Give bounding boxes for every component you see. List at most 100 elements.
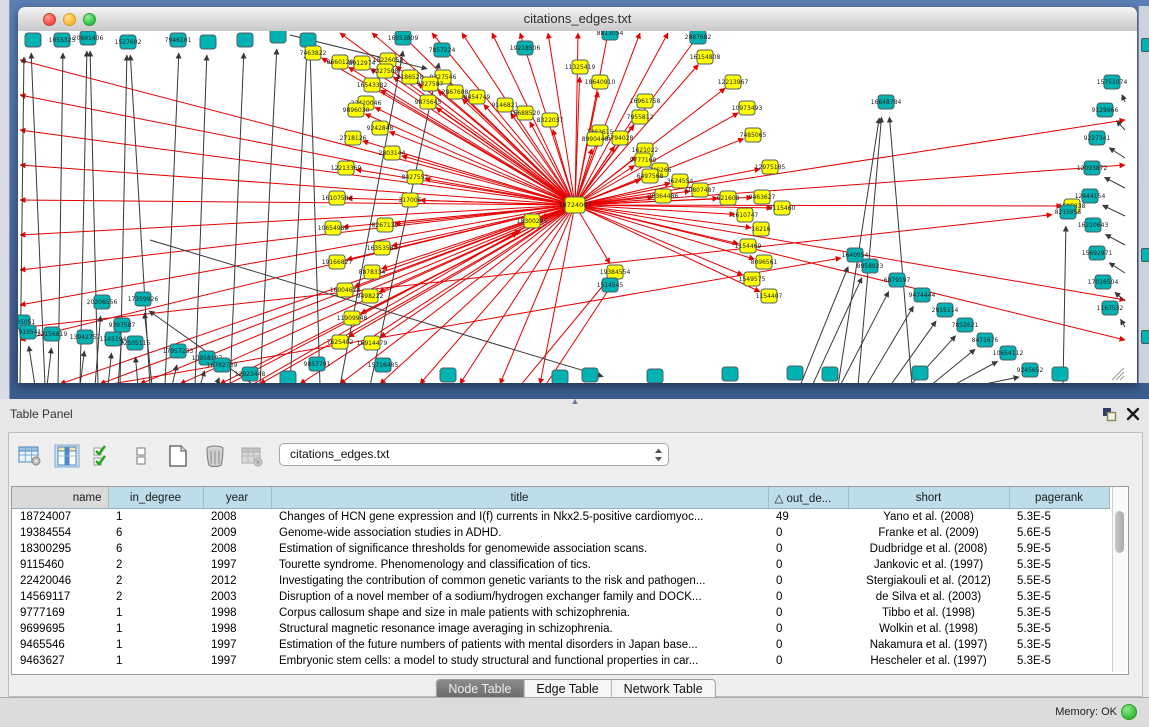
- close-panel-icon[interactable]: [1125, 406, 1141, 422]
- network-node[interactable]: [300, 33, 316, 47]
- column-header-name[interactable]: name: [12, 487, 108, 509]
- network-node[interactable]: 2887682: [685, 31, 712, 44]
- network-node[interactable]: 9115460: [769, 201, 796, 215]
- network-node[interactable]: 20206556: [87, 295, 118, 309]
- column-header-short[interactable]: short: [848, 487, 1009, 509]
- network-node[interactable]: 11325419: [565, 60, 596, 74]
- network-node[interactable]: 16648784: [871, 95, 902, 109]
- network-node[interactable]: 10654112: [993, 346, 1024, 360]
- network-node[interactable]: 17957233: [163, 344, 194, 358]
- network-node[interactable]: [787, 366, 803, 380]
- table-source-dropdown[interactable]: citations_edges.txt: [279, 443, 669, 466]
- network-node[interactable]: 1167532: [1097, 301, 1124, 315]
- network-node[interactable]: 16053809: [388, 31, 419, 45]
- network-node[interactable]: 9129966: [1092, 103, 1119, 117]
- network-node[interactable]: [552, 370, 568, 383]
- network-node[interactable]: 1527602: [115, 35, 142, 49]
- table-row[interactable]: 2242004622012Investigating the contribut…: [12, 573, 1109, 589]
- table-row[interactable]: 1456911722003Disruption of a novel membe…: [12, 589, 1109, 605]
- network-node[interactable]: 9857791: [304, 357, 331, 371]
- network-node[interactable]: 1154469: [735, 239, 762, 253]
- network-node[interactable]: 8813054: [597, 31, 624, 40]
- select-checkmarks-icon[interactable]: [91, 444, 117, 468]
- network-node[interactable]: [440, 368, 456, 382]
- window-titlebar[interactable]: citations_edges.txt: [18, 7, 1137, 32]
- network-node[interactable]: 7832621: [952, 318, 979, 332]
- network-node[interactable]: 7485065: [740, 128, 767, 142]
- network-node[interactable]: 16353584: [367, 241, 398, 255]
- new-table-icon[interactable]: [165, 444, 191, 468]
- network-node[interactable]: 6879197: [884, 273, 911, 287]
- network-node[interactable]: 15692971: [1082, 246, 1113, 260]
- network-node[interactable]: [822, 367, 838, 381]
- network-node[interactable]: 20691406: [73, 31, 104, 45]
- float-panel-icon[interactable]: [1101, 406, 1117, 422]
- network-graph[interactable]: 105532520691406 1527602 7946101 16053809 785…: [18, 31, 1137, 383]
- network-node[interactable]: 2718126: [340, 131, 367, 145]
- network-node[interactable]: [582, 368, 598, 382]
- network-node[interactable]: 18640910: [585, 75, 616, 89]
- network-node[interactable]: [912, 366, 928, 380]
- network-node[interactable]: 9397587: [109, 318, 136, 332]
- network-node[interactable]: 2935114: [932, 303, 959, 317]
- network-node[interactable]: 16210643: [1078, 218, 1109, 232]
- table-row[interactable]: 911546021997Tourette syndrome. Phenomeno…: [12, 557, 1109, 573]
- network-node[interactable]: 19384554: [600, 265, 631, 279]
- network-node[interactable]: 10654982: [318, 221, 349, 235]
- network-node[interactable]: [280, 371, 296, 383]
- table-vertical-scrollbar[interactable]: [1112, 487, 1127, 672]
- table-options-icon[interactable]: [17, 444, 43, 468]
- network-node[interactable]: 12093872: [1077, 161, 1108, 175]
- network-node[interactable]: 1055325: [49, 33, 76, 47]
- table-row[interactable]: 977716911998Corpus callosum shape and si…: [12, 605, 1109, 621]
- show-column-icon[interactable]: [54, 444, 80, 468]
- network-node[interactable]: 13942757: [70, 330, 101, 344]
- network-node[interactable]: 16914479: [357, 336, 388, 350]
- network-node[interactable]: [647, 369, 663, 383]
- network-node[interactable]: 19218506: [510, 41, 541, 55]
- network-node[interactable]: 16216: [751, 222, 770, 236]
- network-node[interactable]: 8096561: [751, 255, 778, 269]
- column-header-year[interactable]: year: [203, 487, 271, 509]
- network-node[interactable]: 19166827: [322, 255, 353, 269]
- network-node[interactable]: 9227341: [1084, 131, 1111, 145]
- table-row[interactable]: 1938455462009Genome-wide association stu…: [12, 525, 1109, 541]
- scrollbar-thumb[interactable]: [1115, 511, 1124, 553]
- column-header-title[interactable]: title: [271, 487, 768, 509]
- table-row[interactable]: 969969511998Structural magnetic resonanc…: [12, 621, 1109, 637]
- network-node[interactable]: 8322037: [537, 113, 564, 127]
- network-node[interactable]: 17359926: [128, 292, 159, 306]
- network-node[interactable]: 15751074: [1097, 75, 1128, 89]
- network-node[interactable]: [270, 31, 286, 43]
- network-node[interactable]: [237, 33, 253, 47]
- network-node[interactable]: 10973493: [732, 101, 763, 115]
- network-node[interactable]: 7946101: [165, 33, 192, 47]
- network-node[interactable]: 8267130: [372, 218, 399, 232]
- network-node[interactable]: 12975185: [755, 160, 786, 174]
- network-node[interactable]: 621608: [717, 191, 740, 205]
- network-node[interactable]: 16154808: [690, 50, 721, 64]
- table-row[interactable]: 946554611997Estimation of the future num…: [12, 637, 1109, 653]
- network-node[interactable]: 7857224: [429, 43, 456, 57]
- table-row[interactable]: 1830029562008Estimation of significance …: [12, 541, 1109, 557]
- canvas-resize-grip[interactable]: [1112, 368, 1124, 380]
- network-node[interactable]: 1610747: [732, 208, 759, 222]
- network-node[interactable]: 15716485: [368, 358, 399, 372]
- network-node[interactable]: 9474444: [909, 288, 936, 302]
- column-header-pagerank[interactable]: pagerank: [1009, 487, 1109, 509]
- network-node[interactable]: [1052, 367, 1068, 381]
- delete-rows-trash-icon[interactable]: [202, 444, 228, 468]
- network-node[interactable]: 9498222: [357, 289, 384, 303]
- network-node[interactable]: [722, 367, 738, 381]
- network-node[interactable]: 17016504: [1088, 275, 1119, 289]
- rows-icon[interactable]: [128, 444, 154, 468]
- column-header-out-degree[interactable]: △ out_de...: [768, 487, 848, 509]
- network-node[interactable]: [200, 35, 216, 49]
- network-node[interactable]: 9875645: [415, 95, 442, 109]
- network-node[interactable]: 1514545: [597, 278, 624, 292]
- network-node[interactable]: 8471676: [972, 333, 999, 347]
- network-node[interactable]: [25, 33, 41, 47]
- column-header-in-degree[interactable]: in_degree: [108, 487, 203, 509]
- network-node[interactable]: 7463822: [300, 46, 327, 60]
- table-row[interactable]: 1872400712008Changes of HCN gene express…: [12, 509, 1109, 526]
